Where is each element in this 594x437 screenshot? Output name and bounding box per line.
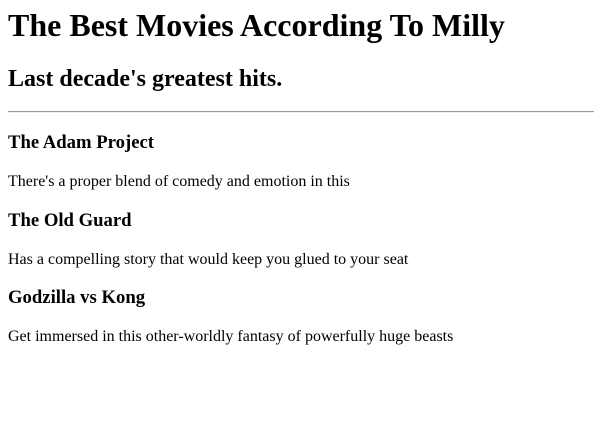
movie-list: The Adam Project There's a proper blend …: [8, 132, 588, 365]
movie-description: Get immersed in this other-worldly fanta…: [8, 328, 454, 345]
movie-item: The Adam Project There's a proper blend …: [8, 132, 588, 210]
page-subtitle: Last decade's greatest hits.: [8, 66, 283, 92]
movie-description: There's a proper blend of comedy and emo…: [8, 173, 350, 190]
movie-title: Godzilla vs Kong: [8, 287, 146, 308]
page-title: The Best Movies According To Milly: [8, 7, 505, 43]
movie-title: The Old Guard: [8, 209, 132, 231]
movie-title: The Adam Project: [8, 132, 155, 153]
movie-item: Godzilla vs Kong Get immersed in this ot…: [8, 287, 588, 365]
divider: [8, 111, 594, 113]
movie-description: Has a compelling story that would keep y…: [8, 250, 409, 268]
movie-item: The Old Guard Has a compelling story tha…: [8, 210, 588, 288]
